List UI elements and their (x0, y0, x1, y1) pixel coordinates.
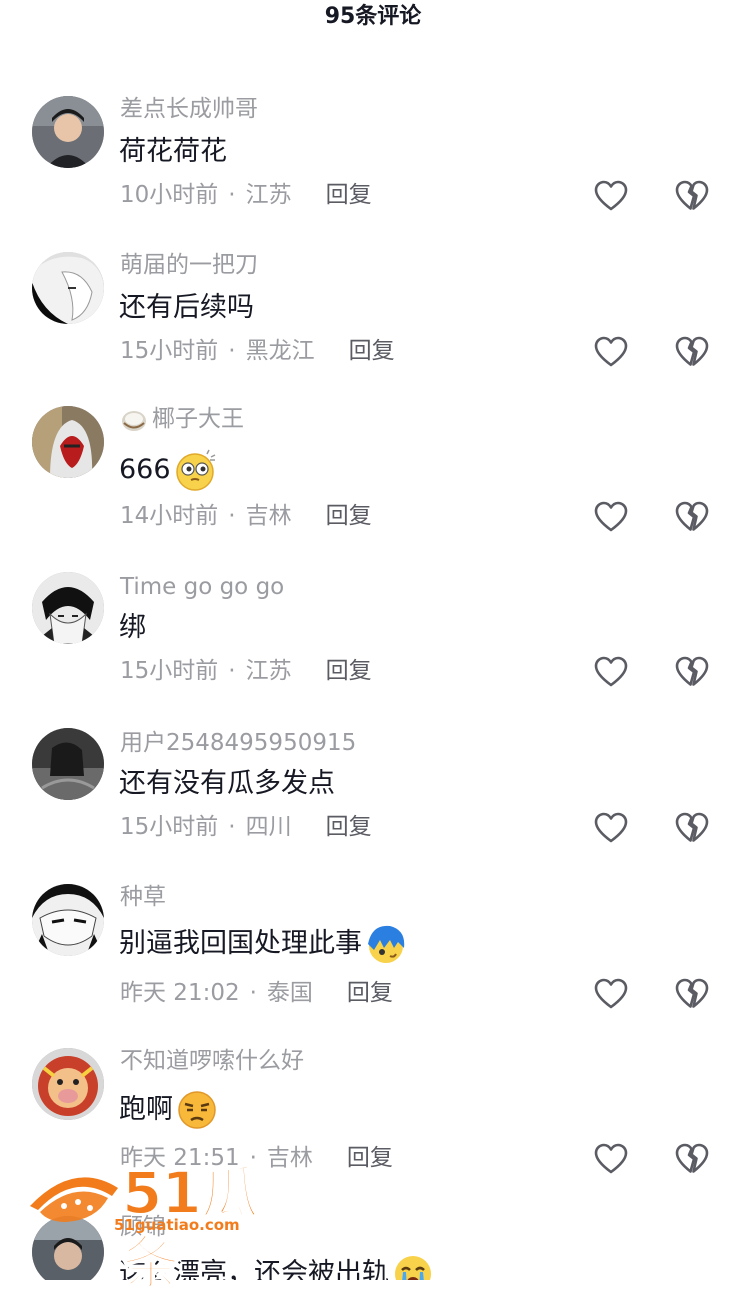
reply-button[interactable]: 回复 (326, 656, 372, 686)
separator-dot: · (228, 182, 236, 208)
broken-heart-icon[interactable] (674, 654, 710, 690)
broken-heart-icon[interactable] (674, 1141, 710, 1177)
watermark-url: 51guatiao.com (114, 1216, 240, 1234)
separator-dot: · (228, 658, 236, 684)
avatar[interactable] (32, 406, 104, 478)
heart-icon[interactable] (593, 499, 629, 535)
comment-meta: 昨天 21:02 · 泰国 回复 (120, 978, 393, 1008)
heart-icon[interactable] (593, 976, 629, 1012)
broken-heart-icon[interactable] (674, 334, 710, 370)
comment-meta: 15小时前 · 四川 回复 (120, 812, 372, 842)
comment-meta: 10小时前 · 江苏 回复 (120, 180, 372, 210)
dizzy-face-emoji (173, 448, 217, 492)
comment-location: 黑龙江 (245, 338, 315, 364)
heart-icon[interactable] (593, 178, 629, 214)
comment-text: 跑啊 (119, 1088, 219, 1132)
comment-text-body: 666 (119, 454, 171, 485)
comments-count-title: 95条评论 (324, 4, 422, 29)
reply-button[interactable]: 回复 (326, 812, 372, 842)
comment-username-text: 椰子大王 (152, 406, 244, 432)
comment-text: 荷花荷花 (119, 136, 227, 167)
broken-heart-icon[interactable] (674, 178, 710, 214)
heart-icon[interactable] (593, 334, 629, 370)
comment-time: 14小时前 (120, 503, 219, 529)
avatar[interactable] (32, 884, 104, 956)
comment-username[interactable]: 种草 (120, 882, 166, 912)
avatar[interactable] (32, 96, 104, 168)
comment-text: 还有没有瓜多发点 (119, 768, 335, 799)
comment-item: 椰子大王 666 14小时前 · 吉林 回复 (0, 404, 746, 564)
comment-location: 泰国 (266, 980, 313, 1006)
comment-meta: 14小时前 · 吉林 回复 (120, 501, 372, 531)
crying-face-emoji (391, 1252, 435, 1280)
comment-time: 15小时前 (120, 338, 219, 364)
comment-location: 吉林 (245, 503, 292, 529)
comment-item: 种草 别逼我回国处理此事 昨天 21:02 · 泰国 回复 (0, 882, 746, 1042)
broken-heart-icon[interactable] (674, 810, 710, 846)
comment-item: 萌届的一把刀 还有后续吗 15小时前 · 黑龙江 回复 (0, 248, 746, 408)
heart-icon[interactable] (593, 654, 629, 690)
comment-location: 四川 (245, 814, 292, 840)
broken-heart-icon[interactable] (674, 976, 710, 1012)
comment-username[interactable]: 不知道啰嗦什么好 (120, 1046, 304, 1076)
broken-heart-icon[interactable] (674, 499, 710, 535)
comment-item: 用户2548495950915 还有没有瓜多发点 15小时前 · 四川 回复 (0, 726, 746, 886)
comment-meta: 15小时前 · 黑龙江 回复 (120, 336, 395, 366)
separator-dot: · (228, 338, 236, 364)
heart-icon[interactable] (593, 1141, 629, 1177)
comment-username[interactable]: 萌届的一把刀 (120, 250, 258, 280)
coconut-icon (120, 406, 148, 434)
comment-username[interactable]: 用户2548495950915 (120, 728, 356, 758)
heart-icon[interactable] (593, 810, 629, 846)
comment-username[interactable]: Time go go go (120, 572, 284, 602)
reply-button[interactable]: 回复 (326, 501, 372, 531)
reply-button[interactable]: 回复 (347, 978, 393, 1008)
separator-dot: · (228, 503, 236, 529)
watermark: 51瓜条 51guatiao.com (26, 1158, 296, 1298)
comment-time: 10小时前 (120, 182, 219, 208)
comment-item: Time go go go 绑 15小时前 · 江苏 回复 (0, 570, 746, 730)
comment-time: 15小时前 (120, 814, 219, 840)
reply-button[interactable]: 回复 (349, 336, 395, 366)
avatar[interactable] (32, 1048, 104, 1120)
avatar[interactable] (32, 572, 104, 644)
separator-dot: · (249, 980, 257, 1006)
unamused-face-emoji (175, 1088, 219, 1132)
comment-username[interactable]: 椰子大王 (120, 404, 244, 434)
comment-text-body: 跑啊 (119, 1094, 173, 1125)
comment-meta: 15小时前 · 江苏 回复 (120, 656, 372, 686)
comment-text: 还有后续吗 (119, 292, 254, 323)
watermelon-logo-icon (30, 1177, 118, 1222)
comment-username[interactable]: 差点长成帅哥 (120, 94, 258, 124)
comment-location: 江苏 (245, 658, 292, 684)
separator-dot: · (228, 814, 236, 840)
comment-text: 别逼我回国处理此事 (119, 922, 408, 966)
comment-text: 666 (119, 448, 217, 492)
comment-item: 差点长成帅哥 荷花荷花 10小时前 · 江苏 回复 (0, 92, 746, 252)
avatar[interactable] (32, 728, 104, 800)
reply-button[interactable]: 回复 (326, 180, 372, 210)
comment-location: 江苏 (245, 182, 292, 208)
comment-text-body: 别逼我回国处理此事 (119, 928, 362, 959)
comment-time: 昨天 21:02 (120, 980, 240, 1006)
avatar[interactable] (32, 252, 104, 324)
comment-time: 15小时前 (120, 658, 219, 684)
reply-button[interactable]: 回复 (347, 1143, 393, 1173)
blue-hair-emoji (364, 922, 408, 966)
comment-text: 绑 (119, 612, 146, 643)
